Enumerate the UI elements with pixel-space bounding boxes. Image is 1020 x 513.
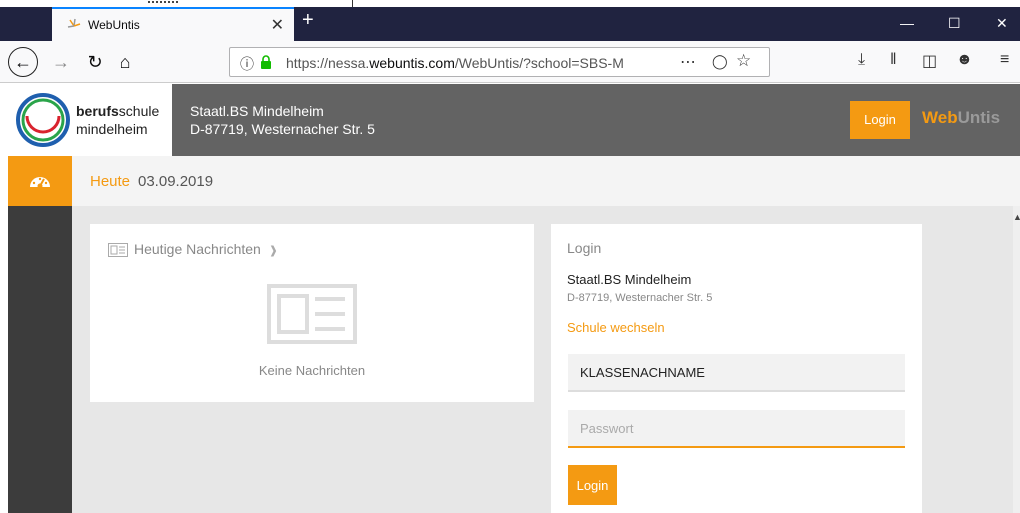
login-school-address: D-87719, Westernacher Str. 5: [567, 292, 713, 304]
home-icon[interactable]: ⌂: [112, 49, 138, 75]
login-school-name: Staatl.BS Mindelheim: [567, 272, 692, 287]
logo-line2: mindelheim: [76, 121, 148, 137]
username-input[interactable]: [568, 354, 905, 392]
desktop-strip: [0, 0, 1020, 7]
news-title: Heutige Nachrichten: [134, 241, 261, 257]
library-icon[interactable]: ‖: [890, 51, 897, 69]
login-form: Login Staatl.BS Mindelheim D-87719, West…: [551, 224, 922, 513]
desktop-cursor: [352, 0, 353, 7]
reload-icon[interactable]: ↻: [82, 49, 108, 75]
menu-update-icon[interactable]: ≡: [1000, 51, 1009, 69]
dashboard-gauge-icon: [30, 177, 50, 189]
app-header: berufsschule mindelheim Staatl.BS Mindel…: [8, 84, 1020, 156]
empty-news-icon: [267, 284, 357, 344]
browser-tab[interactable]: WebUntis ✕: [52, 7, 294, 41]
close-window-button[interactable]: ✕: [996, 15, 1008, 32]
desktop-mark: [148, 0, 178, 3]
account-icon[interactable]: ☻: [956, 51, 973, 69]
minimize-button[interactable]: —: [900, 15, 914, 31]
current-date: 03.09.2019: [138, 173, 214, 190]
password-input[interactable]: [568, 410, 905, 448]
page-actions-icon[interactable]: ⋯: [680, 52, 696, 72]
page-scrollbar[interactable]: ▲: [1013, 206, 1020, 513]
info-icon[interactable]: ⓘ: [240, 54, 254, 74]
change-school-link[interactable]: Schule wechseln: [567, 320, 665, 335]
logo-line1: berufsschule: [76, 103, 160, 119]
login-title: Login: [567, 240, 602, 256]
school-logo-rings-icon: [16, 93, 70, 147]
rss-icon[interactable]: ❱: [269, 245, 278, 257]
newspaper-icon: [108, 243, 128, 257]
lock-icon[interactable]: [260, 55, 272, 69]
pocket-icon[interactable]: ◯: [712, 53, 728, 70]
scroll-up-icon[interactable]: ▲: [1013, 212, 1020, 222]
header-login-button[interactable]: Login: [850, 101, 910, 139]
new-tab-icon[interactable]: +: [302, 9, 314, 31]
webuntis-brand: WebUntis: [922, 108, 1001, 127]
close-tab-icon[interactable]: ✕: [271, 15, 284, 35]
header-school-address: D-87719, Westernacher Str. 5: [190, 121, 375, 137]
bookmark-star-icon[interactable]: ☆: [736, 51, 751, 71]
back-icon[interactable]: ←: [8, 47, 38, 77]
school-logo[interactable]: berufsschule mindelheim: [8, 84, 172, 156]
forward-icon[interactable]: →: [48, 49, 74, 75]
downloads-icon[interactable]: ⤓: [858, 51, 865, 69]
sidebar: [8, 156, 72, 513]
url-text: https://nessa.webuntis.com/WebUntis/?sch…: [286, 55, 624, 71]
webuntis-favicon-icon: [67, 18, 81, 28]
today-link[interactable]: Heute: [90, 173, 130, 190]
url-bar[interactable]: ⓘ https://nessa.webuntis.com/WebUntis/?s…: [229, 47, 770, 77]
login-submit-button[interactable]: Login: [568, 465, 617, 505]
sidebar-item-dashboard[interactable]: [8, 156, 72, 206]
maximize-button[interactable]: ☐: [948, 15, 961, 32]
header-school-name: Staatl.BS Mindelheim: [190, 103, 324, 119]
news-header: Heutige Nachrichten ❱: [108, 241, 278, 257]
tab-title: WebUntis: [88, 18, 140, 32]
news-empty-text: Keine Nachrichten: [258, 363, 366, 378]
date-bar: Heute 03.09.2019: [72, 156, 1020, 206]
sidebar-toggle-icon[interactable]: ◫: [922, 51, 937, 71]
news-widget: Heutige Nachrichten ❱ Keine Nachrichten: [90, 224, 534, 402]
browser-navbar: ← → ↻ ⌂ ⓘ https://nessa.webuntis.com/Web…: [0, 41, 1020, 83]
